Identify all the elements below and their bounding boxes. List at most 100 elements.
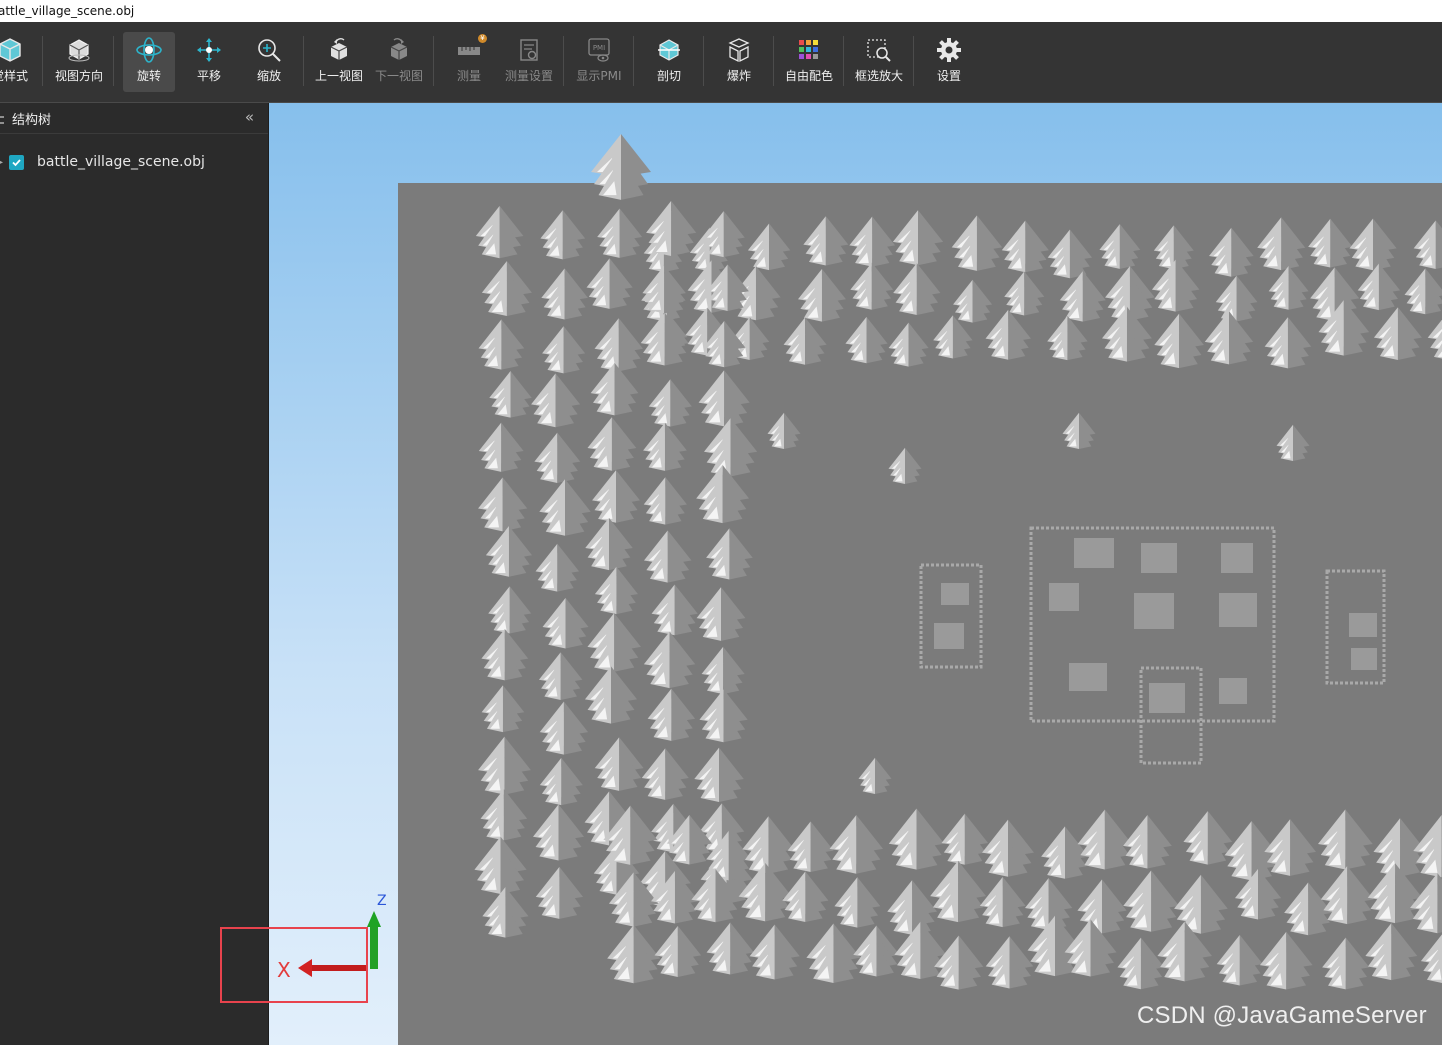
rotate-icon	[135, 36, 163, 64]
tree-model	[1024, 877, 1073, 930]
tree-model	[1077, 809, 1133, 870]
tree-model	[643, 530, 692, 583]
tree-model	[1322, 937, 1370, 990]
tree-model	[934, 935, 984, 990]
toolbar-label: 旋转	[136, 69, 161, 83]
expand-caret-icon[interactable]: ▸	[0, 157, 6, 168]
display-style-icon	[0, 36, 24, 64]
village-structure	[1149, 683, 1185, 713]
tree-model	[701, 646, 745, 695]
main-toolbar: 觉样式 视图方向 旋转 平移 缩放 上一视图	[0, 22, 1442, 103]
tree-icon	[0, 116, 4, 124]
tree-model	[594, 566, 638, 615]
visibility-checkbox[interactable]	[9, 154, 24, 170]
next-view-icon	[385, 36, 413, 64]
measure-settings-icon	[515, 36, 543, 64]
village-structure	[1074, 538, 1114, 568]
zoom-button[interactable]: 缩放	[243, 32, 295, 92]
tree-model	[704, 418, 758, 477]
tree-model	[742, 816, 795, 874]
tree-model	[982, 819, 1035, 877]
structure-tree-header: 结构树 «	[0, 103, 268, 134]
tree-model	[806, 923, 861, 983]
rotate-button[interactable]: 旋转	[123, 32, 175, 92]
toolbar-label: 缩放	[256, 69, 281, 83]
tree-model	[1047, 315, 1088, 361]
next-view-button[interactable]: 下一视图	[373, 32, 425, 92]
tree-model	[1059, 271, 1106, 322]
explode-button[interactable]: 爆炸	[713, 32, 765, 92]
toolbar-label: 视图方向	[54, 69, 103, 83]
tree-model	[1357, 263, 1401, 311]
village-structure	[1139, 666, 1203, 765]
measure-button[interactable]: ¥ 测量	[443, 32, 495, 92]
tree-model	[597, 208, 643, 258]
tree-model	[590, 362, 639, 416]
show-pmi-icon: PMI	[585, 36, 613, 64]
tree-model	[1276, 424, 1310, 462]
village-structure	[1349, 613, 1377, 637]
tree-model	[1041, 826, 1089, 879]
tree-model	[481, 260, 532, 317]
tree-model	[478, 319, 525, 370]
tree-model	[542, 597, 589, 649]
structure-tree-panel: 结构树 « ▸ battle_village_scene.obj	[0, 103, 269, 1045]
tree-model	[1062, 412, 1096, 450]
tree-model	[849, 216, 896, 267]
view-direction-button[interactable]: 视图方向	[53, 32, 105, 92]
tree-model	[699, 689, 748, 743]
measure-settings-button[interactable]: 测量设置	[503, 32, 555, 92]
box-zoom-icon	[865, 36, 893, 64]
tree-model	[475, 205, 524, 259]
tree-model	[535, 866, 584, 919]
toolbar-label: 测量设置	[504, 69, 553, 83]
checkmark-icon	[12, 158, 21, 166]
tree-model	[706, 528, 753, 580]
collapse-panel-icon[interactable]: «	[245, 108, 254, 126]
tree-model	[1004, 271, 1045, 316]
display-style-button[interactable]: 觉样式	[0, 32, 36, 92]
previous-view-button[interactable]: 上一视图	[313, 32, 365, 92]
tree-model	[478, 477, 528, 532]
box-zoom-button[interactable]: 框选放大	[853, 32, 905, 92]
pan-button[interactable]: 平移	[183, 32, 235, 92]
tree-model	[1099, 224, 1141, 269]
settings-button[interactable]: 设置	[923, 32, 975, 92]
tree-model	[1365, 923, 1418, 981]
show-pmi-button[interactable]: PMI 显示PMI	[573, 32, 625, 92]
tree-item[interactable]: ▸ battle_village_scene.obj	[0, 151, 205, 173]
tree-model	[787, 821, 834, 873]
tree-model	[481, 685, 525, 733]
tree-model	[858, 757, 892, 795]
tree-model	[542, 326, 586, 374]
tree-model	[592, 470, 640, 523]
free-color-icon	[795, 36, 823, 64]
tree-model	[941, 813, 989, 865]
tree-model	[767, 412, 801, 450]
tree-model	[979, 876, 1026, 928]
toolbar-label: 下一视图	[374, 69, 423, 83]
tree-model	[694, 747, 744, 802]
tree-model	[1117, 937, 1165, 990]
tree-model	[594, 737, 644, 791]
toolbar-label: 上一视图	[314, 69, 363, 83]
toolbar-label: 自由配色	[784, 69, 833, 83]
tree-model	[696, 587, 746, 641]
tree-model	[1154, 313, 1204, 369]
tree-model	[488, 586, 532, 634]
tree-model	[651, 584, 698, 636]
free-color-button[interactable]: 自由配色	[783, 32, 835, 92]
watermark: CSDN @JavaGameServer	[1137, 1002, 1427, 1029]
tree-model	[585, 517, 633, 571]
tree-model	[1077, 879, 1127, 934]
tree-model	[888, 808, 945, 870]
tree-model	[1215, 275, 1258, 322]
tree-model	[647, 688, 696, 741]
section-button[interactable]: 剖切	[643, 32, 695, 92]
tree-model	[654, 925, 702, 978]
tree-model	[1349, 218, 1397, 271]
zoom-icon	[255, 36, 283, 64]
village-structure	[1351, 648, 1377, 670]
tree-model	[1410, 873, 1442, 934]
toolbar-label: 平移	[196, 69, 221, 83]
